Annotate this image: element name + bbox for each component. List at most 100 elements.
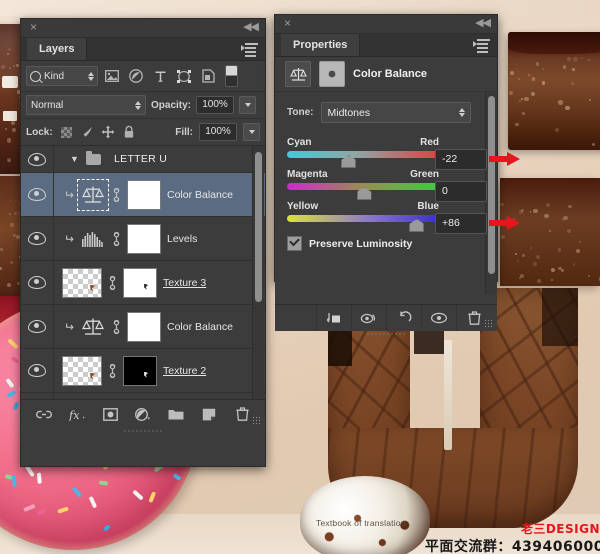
blend-mode-select[interactable]: Normal bbox=[26, 95, 146, 115]
close-icon[interactable]: × bbox=[282, 17, 293, 29]
preserve-luminosity-checkbox[interactable] bbox=[287, 236, 302, 251]
cake-crumb bbox=[570, 82, 575, 86]
slider-track[interactable] bbox=[287, 151, 439, 168]
lock-transparency-icon[interactable] bbox=[59, 125, 74, 140]
cake-crumb bbox=[579, 241, 582, 243]
eye-icon bbox=[28, 152, 46, 166]
color-balance-slider[interactable]: Magenta Green 0 bbox=[287, 169, 487, 202]
layer-list[interactable]: ▼ LETTER U ↵ Color Balance ↵ Levels Texture 3 ↵… bbox=[21, 146, 265, 399]
layer-mask-thumbnail[interactable] bbox=[123, 267, 157, 298]
panel-menu-icon[interactable] bbox=[473, 39, 491, 53]
slider-knob[interactable] bbox=[341, 155, 357, 168]
layer-mask-thumbnail[interactable] bbox=[123, 355, 157, 386]
color-balance-slider[interactable]: Cyan Red -22 bbox=[287, 137, 520, 170]
levels-histogram-icon[interactable] bbox=[80, 226, 106, 252]
toggle-visibility-icon[interactable] bbox=[421, 305, 456, 331]
layer-row[interactable]: ↵ Color Balance bbox=[21, 173, 265, 217]
layer-row[interactable]: Texture 2 bbox=[21, 349, 265, 393]
lock-position-icon[interactable] bbox=[101, 125, 116, 140]
slider-knob[interactable] bbox=[356, 187, 372, 200]
properties-panel[interactable]: × ◀◀ Properties Color Balance Tone: Midt… bbox=[274, 14, 520, 337]
collapse-icon[interactable]: ◀◀ bbox=[475, 18, 491, 29]
layer-visibility-toggle[interactable] bbox=[21, 349, 54, 392]
layer-mask-thumbnail[interactable] bbox=[127, 311, 161, 342]
shape-layer-filter-icon[interactable] bbox=[174, 66, 194, 86]
layer-name: Levels bbox=[167, 232, 198, 245]
layer-thumbnail[interactable] bbox=[62, 267, 102, 298]
layer-visibility-toggle[interactable] bbox=[21, 305, 54, 348]
layer-row[interactable]: Texture 3 bbox=[21, 261, 265, 305]
layers-panel[interactable]: × ◀◀ Layers Kind Normal Opacity: 100% Lo… bbox=[20, 18, 266, 467]
type-layer-filter-icon[interactable] bbox=[150, 66, 170, 86]
layer-visibility-toggle[interactable] bbox=[21, 217, 54, 260]
resize-grip[interactable] bbox=[252, 416, 261, 425]
panel-drag-handle[interactable] bbox=[123, 429, 163, 434]
opacity-dropdown-icon[interactable] bbox=[239, 96, 257, 114]
balance-scale-icon[interactable] bbox=[77, 178, 109, 211]
smart-object-filter-icon[interactable] bbox=[198, 66, 218, 86]
opacity-input[interactable]: 100% bbox=[196, 96, 235, 114]
filter-kind-select[interactable]: Kind bbox=[26, 66, 98, 86]
layer-visibility-toggle[interactable] bbox=[21, 173, 54, 216]
link-indicator-icon[interactable] bbox=[108, 275, 117, 290]
layer-mask-thumbnail[interactable] bbox=[127, 179, 161, 210]
group-disclosure-icon[interactable]: ▼ bbox=[70, 154, 80, 164]
slider-value-input[interactable]: +86 bbox=[435, 213, 487, 234]
link-indicator-icon[interactable] bbox=[112, 187, 121, 202]
toggle-previous-state-icon[interactable] bbox=[351, 305, 386, 331]
link-indicator-icon[interactable] bbox=[108, 363, 117, 378]
delete-layer-icon[interactable] bbox=[234, 406, 251, 423]
slider-track[interactable] bbox=[287, 183, 439, 200]
cake-crumb bbox=[519, 210, 523, 214]
layers-scrollbar[interactable] bbox=[252, 146, 264, 399]
filter-enable-toggle[interactable] bbox=[225, 65, 238, 87]
cake-crumb bbox=[6, 282, 11, 287]
color-balance-slider[interactable]: Yellow Blue +86 bbox=[287, 201, 520, 234]
slider-value-input[interactable]: -22 bbox=[435, 149, 487, 170]
layer-mask-thumbnail[interactable] bbox=[127, 223, 161, 254]
lock-all-icon[interactable] bbox=[122, 125, 137, 140]
fill-dropdown-icon[interactable] bbox=[243, 123, 260, 141]
preserve-luminosity-row[interactable]: Preserve Luminosity bbox=[287, 236, 485, 251]
properties-footer-toolbar bbox=[275, 304, 497, 337]
link-layers-icon[interactable] bbox=[36, 406, 53, 423]
balance-scale-icon[interactable] bbox=[80, 314, 106, 340]
cake-crumb bbox=[518, 78, 520, 80]
link-indicator-icon[interactable] bbox=[112, 319, 121, 334]
tone-select[interactable]: Midtones bbox=[321, 102, 472, 123]
adjustment-layer-filter-icon[interactable] bbox=[126, 66, 146, 86]
clip-to-layer-icon[interactable] bbox=[316, 305, 351, 331]
layer-row[interactable]: ↵ Color Balance bbox=[21, 305, 265, 349]
reset-icon[interactable] bbox=[386, 305, 421, 331]
add-mask-icon[interactable] bbox=[102, 406, 119, 423]
layer-visibility-toggle[interactable] bbox=[21, 261, 54, 304]
layer-row[interactable]: ▼ LETTER U bbox=[21, 146, 265, 173]
eye-icon bbox=[28, 320, 46, 333]
adjustment-layer-icon[interactable] bbox=[135, 406, 152, 423]
resize-grip[interactable] bbox=[484, 319, 493, 328]
lock-image-icon[interactable] bbox=[80, 125, 95, 140]
tab-layers[interactable]: Layers bbox=[27, 38, 88, 60]
search-icon bbox=[30, 70, 41, 82]
layer-style-fx-icon[interactable]: fx bbox=[69, 406, 86, 423]
new-layer-icon[interactable] bbox=[201, 406, 218, 423]
slider-value-input[interactable]: 0 bbox=[435, 181, 487, 202]
tab-properties[interactable]: Properties bbox=[281, 34, 361, 56]
fill-input[interactable]: 100% bbox=[199, 123, 237, 141]
close-icon[interactable]: × bbox=[28, 21, 39, 33]
link-indicator-icon[interactable] bbox=[112, 231, 121, 246]
layer-visibility-toggle[interactable] bbox=[21, 146, 54, 172]
new-group-icon[interactable] bbox=[168, 406, 185, 423]
layer-thumbnail[interactable] bbox=[62, 355, 102, 386]
slider-track[interactable] bbox=[287, 215, 439, 232]
balance-scale-icon[interactable] bbox=[285, 61, 311, 87]
layer-row[interactable]: ↵ Levels bbox=[21, 217, 265, 261]
panel-menu-icon[interactable] bbox=[241, 43, 259, 57]
slider-knob[interactable] bbox=[409, 219, 425, 232]
mask-thumbnail-icon[interactable] bbox=[319, 61, 345, 87]
panel-drag-handle[interactable] bbox=[366, 332, 406, 337]
pixel-layer-filter-icon[interactable] bbox=[102, 66, 122, 86]
layers-scrollbar-thumb[interactable] bbox=[255, 152, 262, 302]
collapse-icon[interactable]: ◀◀ bbox=[243, 22, 259, 33]
properties-scrollbar-thumb[interactable] bbox=[488, 96, 495, 274]
